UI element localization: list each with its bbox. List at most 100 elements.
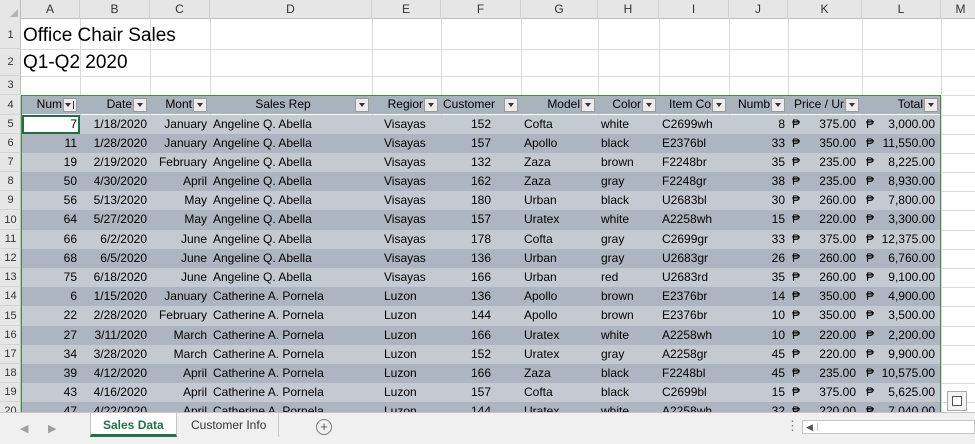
cell-customer[interactable]: 178 xyxy=(444,230,518,249)
scroll-left-icon[interactable]: ◀ xyxy=(806,422,813,433)
cell-customer[interactable]: 166 xyxy=(444,364,518,383)
cell-color[interactable]: red xyxy=(601,268,656,287)
cell-item-code[interactable]: F2248bl xyxy=(662,364,726,383)
cell-num[interactable]: 39 xyxy=(24,364,77,383)
cell-customer[interactable]: 166 xyxy=(444,268,518,287)
cell-customer[interactable]: 144 xyxy=(444,402,518,412)
cell-number[interactable]: 10 xyxy=(732,306,785,325)
cell-color[interactable]: brown xyxy=(601,287,656,306)
cell-price-unit[interactable]: 260.00 xyxy=(804,268,856,287)
cell-total[interactable]: 4,900.00 xyxy=(878,287,935,306)
tab-options-icon[interactable]: ⋮ xyxy=(786,418,799,434)
cell-item-code[interactable]: F2248br xyxy=(662,153,726,172)
cell-total[interactable]: 9,900.00 xyxy=(878,345,935,364)
cell-customer[interactable]: 166 xyxy=(444,326,518,345)
subtitle-cell[interactable]: Q1-Q2 2020 xyxy=(23,49,209,76)
cell-color[interactable]: brown xyxy=(601,306,656,325)
cell-customer[interactable]: 180 xyxy=(444,191,518,210)
cell-price-unit[interactable]: 220.00 xyxy=(804,210,856,229)
cell-color[interactable]: gray xyxy=(601,230,656,249)
cell-price-unit[interactable]: 350.00 xyxy=(804,287,856,306)
cell-item-code[interactable]: U2683bl xyxy=(662,191,726,210)
cell-total[interactable]: 11,550.00 xyxy=(878,134,936,153)
row-header-10[interactable]: 10 xyxy=(0,210,21,230)
cell-num[interactable]: 56 xyxy=(24,191,77,210)
horizontal-scrollbar[interactable]: ◀ xyxy=(802,420,975,434)
cell-sales-rep[interactable]: Angeline Q. Abella xyxy=(213,230,369,249)
title-cell[interactable]: Office Chair Sales xyxy=(23,22,209,49)
cell-item-code[interactable]: E2376br xyxy=(662,287,726,306)
column-header-a[interactable]: A xyxy=(21,0,80,19)
cell-date[interactable]: 4/22/2020 xyxy=(83,402,147,412)
column-header-g[interactable]: G xyxy=(521,0,598,19)
cell-color[interactable]: gray xyxy=(601,172,656,191)
cell-customer[interactable]: 136 xyxy=(444,287,518,306)
row-header-7[interactable]: 7 xyxy=(0,153,21,172)
cell-num[interactable]: 66 xyxy=(24,230,77,249)
cell-sales-rep[interactable]: Angeline Q. Abella xyxy=(213,172,369,191)
filter-dropdown-item-code-icon[interactable] xyxy=(712,98,726,112)
cell-price-unit[interactable]: 350.00 xyxy=(804,306,856,325)
cell-number[interactable]: 32 xyxy=(732,402,785,412)
cell-num[interactable]: 19 xyxy=(24,153,77,172)
row-header-6[interactable]: 6 xyxy=(0,134,21,153)
cell-total[interactable]: 2,200.00 xyxy=(878,326,935,345)
cell-region[interactable]: Luzon xyxy=(384,326,438,345)
spreadsheet-grid[interactable]: ABCDEFGHIJKLM 1 2 3 4 5 6 7 8 9 10 11 12 13 14 15 16 17 1… xyxy=(0,0,975,412)
column-header-f[interactable]: F xyxy=(441,0,521,19)
cell-item-code[interactable]: A2258wh xyxy=(662,210,726,229)
cell-price-unit[interactable]: 350.00 xyxy=(804,134,856,153)
cell-month[interactable]: April xyxy=(153,172,207,191)
column-header-c[interactable]: C xyxy=(150,0,210,19)
cell-item-code[interactable]: A2258wh xyxy=(662,326,726,345)
cell-total[interactable]: 5,625.00 xyxy=(878,383,935,402)
row-header-11[interactable]: 11 xyxy=(0,230,21,249)
cell-customer[interactable]: 157 xyxy=(444,210,518,229)
cell-color[interactable]: black xyxy=(601,364,656,383)
cell-sales-rep[interactable]: Angeline Q. Abella xyxy=(213,191,369,210)
cell-number[interactable]: 35 xyxy=(732,153,785,172)
cell-total[interactable]: 9,100.00 xyxy=(878,268,935,287)
cell-price-unit[interactable]: 235.00 xyxy=(804,153,856,172)
cell-model[interactable]: Uratex xyxy=(524,210,595,229)
cell-sales-rep[interactable]: Angeline Q. Abella xyxy=(213,134,369,153)
cell-month[interactable]: March xyxy=(153,326,207,345)
cell-sales-rep[interactable]: Angeline Q. Abella xyxy=(213,153,369,172)
column-header-d[interactable]: D xyxy=(210,0,372,19)
cell-month[interactable]: April xyxy=(153,364,207,383)
cell-month[interactable]: April xyxy=(153,402,207,412)
cell-sales-rep[interactable]: Catherine A. Pornela xyxy=(213,306,369,325)
cell-number[interactable]: 33 xyxy=(732,134,785,153)
cell-date[interactable]: 2/19/2020 xyxy=(83,153,147,172)
cell-price-unit[interactable]: 260.00 xyxy=(804,249,856,268)
cell-number[interactable]: 15 xyxy=(732,383,785,402)
cell-price-unit[interactable]: 220.00 xyxy=(804,402,856,412)
cell-customer[interactable]: 132 xyxy=(444,153,518,172)
active-cell-value[interactable]: 7 xyxy=(24,115,77,134)
row-header-3[interactable]: 3 xyxy=(0,76,21,95)
column-header-h[interactable]: H xyxy=(598,0,659,19)
cell-region[interactable]: Luzon xyxy=(384,306,438,325)
cell-sales-rep[interactable]: Angeline Q. Abella xyxy=(213,249,369,268)
cell-model[interactable]: Apollo xyxy=(524,287,595,306)
cell-color[interactable]: white xyxy=(601,115,656,134)
cell-price-unit[interactable]: 375.00 xyxy=(804,230,856,249)
cell-price-unit[interactable]: 375.00 xyxy=(804,115,856,134)
cell-model[interactable]: Cofta xyxy=(524,383,595,402)
cell-date[interactable]: 5/27/2020 xyxy=(83,210,147,229)
filter-dropdown-model-icon[interactable] xyxy=(581,98,595,112)
cell-color[interactable]: white xyxy=(601,210,656,229)
cell-region[interactable]: Visayas xyxy=(384,172,438,191)
cell-region[interactable]: Visayas xyxy=(384,153,438,172)
cell-number[interactable]: 45 xyxy=(732,345,785,364)
cell-num[interactable]: 47 xyxy=(24,402,77,412)
cell-num[interactable]: 64 xyxy=(24,210,77,229)
cell-region[interactable]: Visayas xyxy=(384,268,438,287)
add-sheet-icon[interactable]: + xyxy=(316,419,332,435)
cell-price-unit[interactable]: 220.00 xyxy=(804,345,856,364)
cell-date[interactable]: 4/16/2020 xyxy=(83,383,147,402)
cell-region[interactable]: Visayas xyxy=(384,134,438,153)
cell-price-unit[interactable]: 260.00 xyxy=(804,191,856,210)
filter-dropdown-color-icon[interactable] xyxy=(642,98,656,112)
cell-model[interactable]: Cofta xyxy=(524,115,595,134)
